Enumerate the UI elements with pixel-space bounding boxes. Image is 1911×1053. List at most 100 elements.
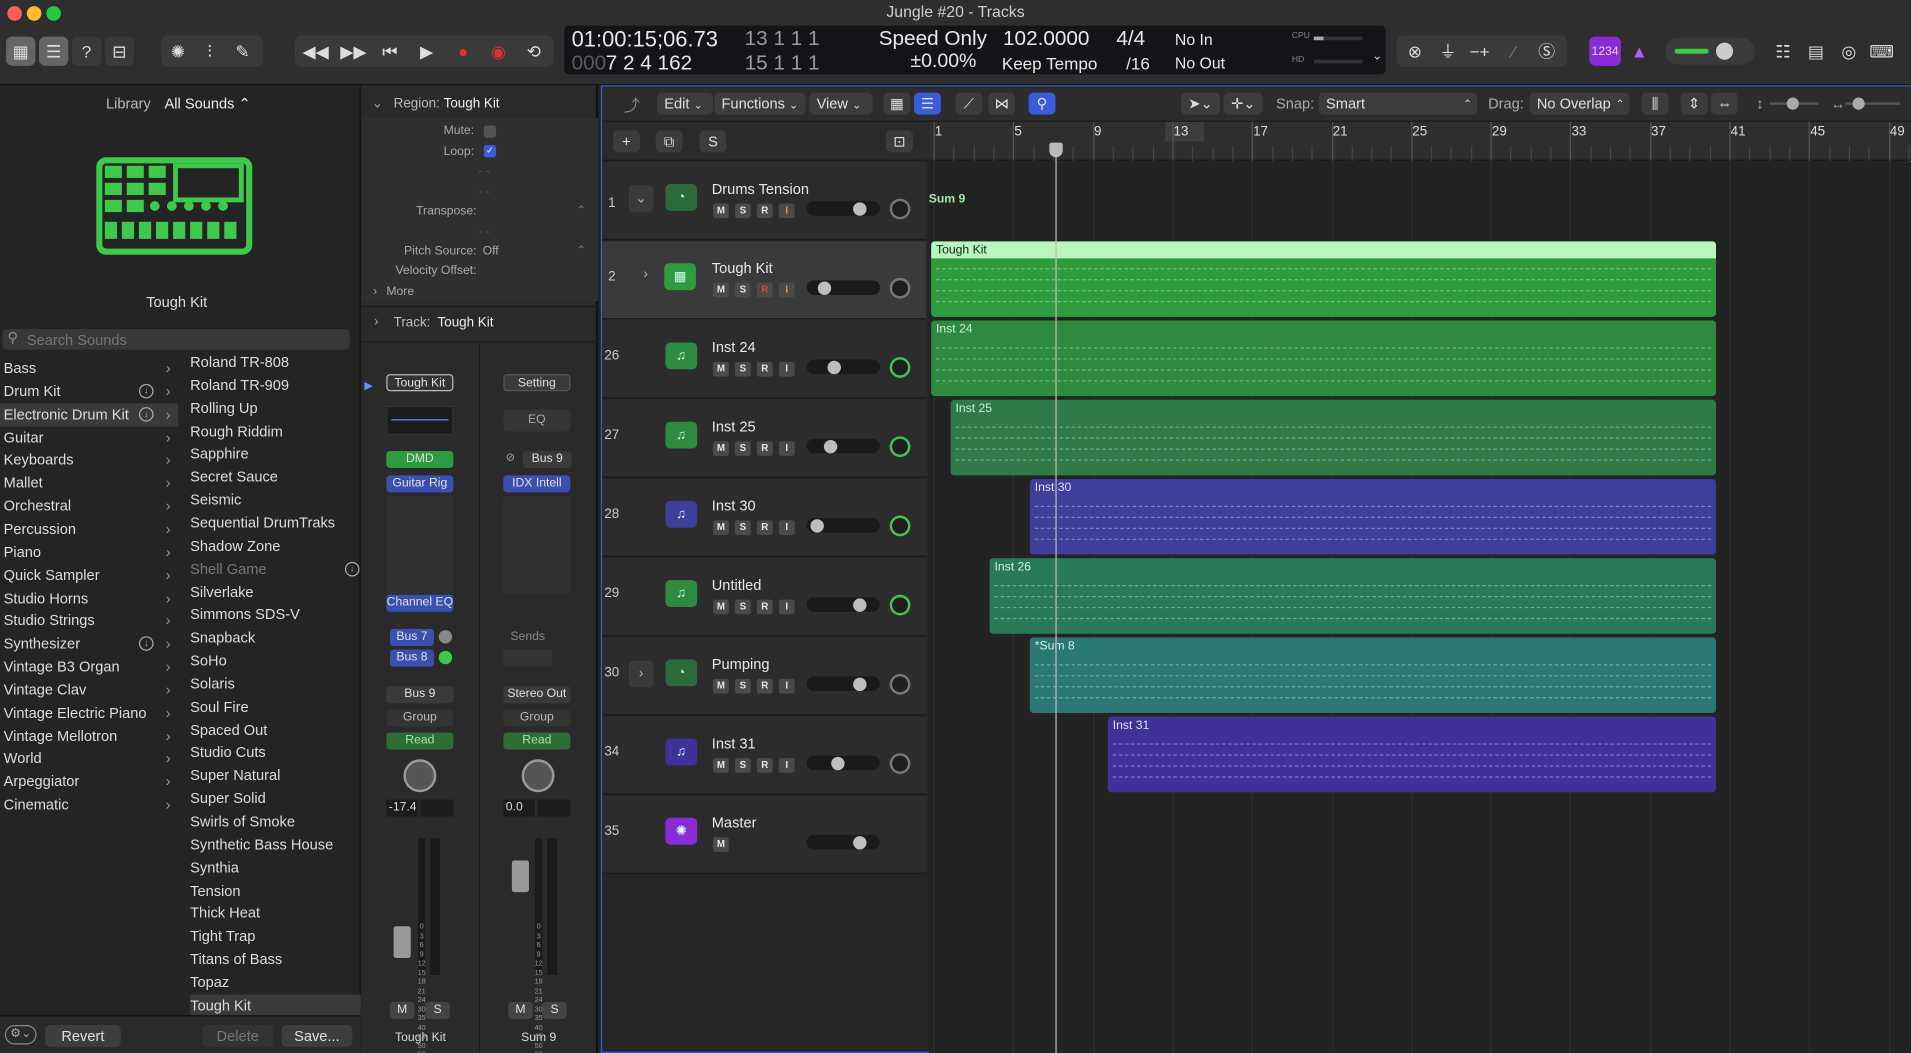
track-solo-button[interactable]: S	[734, 282, 751, 298]
track-header[interactable]: 27 ♫ Inst 25 M S R I	[602, 399, 927, 478]
track-input-button[interactable]: I	[778, 361, 795, 377]
track-input-button[interactable]: I	[778, 678, 795, 694]
quick-help-icon[interactable]: ?	[71, 36, 102, 66]
strip1-fader[interactable]	[393, 926, 411, 958]
region[interactable]: Inst 30	[1029, 478, 1716, 555]
track-mute-button[interactable]: M	[712, 678, 729, 694]
view-menu[interactable]: View ⌄	[809, 92, 873, 115]
drag-select[interactable]: No Overlap ⌃	[1529, 92, 1630, 115]
track-mute-button[interactable]: M	[712, 599, 729, 615]
automation-icon[interactable]: ⟋	[955, 92, 983, 115]
volume-knob[interactable]	[831, 756, 845, 770]
save-button[interactable]: Save...	[281, 1024, 353, 1047]
category-item[interactable]: Guitar ›	[0, 426, 178, 449]
track-name[interactable]: Inst 30	[712, 497, 756, 514]
record-icon[interactable]: ●	[450, 37, 477, 66]
track-input-button[interactable]: I	[778, 441, 795, 456]
track-chevron-icon[interactable]: ›	[374, 314, 378, 329]
replace-record-icon[interactable]: ◉	[485, 37, 512, 66]
track-solo-button[interactable]: S	[734, 599, 751, 615]
track-record-button[interactable]: R	[756, 758, 773, 773]
region[interactable]: Tough Kit	[931, 241, 1716, 317]
category-item[interactable]: Studio Horns ›	[0, 587, 178, 610]
send2-knob[interactable]	[438, 650, 453, 665]
download-icon[interactable]: ↓	[138, 406, 154, 422]
track-mute-button[interactable]: M	[712, 282, 729, 298]
playhead-handle[interactable]	[1049, 142, 1063, 158]
track-volume-slider[interactable]	[806, 280, 880, 295]
patch-item[interactable]: SoHo	[190, 650, 361, 673]
track-volume-slider[interactable]	[806, 517, 880, 533]
send1-knob[interactable]	[438, 630, 453, 644]
patch-item[interactable]: Tough Kit	[190, 994, 361, 1018]
mixer-icon[interactable]: ⫶	[197, 37, 221, 66]
category-item[interactable]: Vintage Mellotron ›	[0, 725, 178, 748]
search-input[interactable]	[26, 329, 344, 350]
search-input-wrap[interactable]: ⚲	[2, 329, 350, 350]
track-pan-knob[interactable]	[889, 436, 911, 458]
arrange-area[interactable]: Sum 9 Tough Kit Inst 24 Inst 25 Inst 30 Inst …	[928, 162, 1911, 1053]
track-input-button[interactable]: I	[778, 599, 795, 615]
patch-item[interactable]: Sequential DrumTraks	[190, 512, 361, 535]
play-icon[interactable]: ▶	[413, 37, 440, 66]
volume-knob[interactable]	[853, 677, 867, 691]
patch-item[interactable]: Tight Trap	[190, 925, 361, 948]
track-record-button[interactable]: R	[756, 203, 773, 219]
track-pan-knob[interactable]	[889, 277, 911, 299]
patch-item[interactable]: Titans of Bass	[190, 948, 361, 971]
track-header[interactable]: 34 ♫ Inst 31 M S R I	[602, 716, 927, 795]
track-pan-knob[interactable]	[889, 515, 911, 537]
track-volume-slider[interactable]	[806, 359, 880, 375]
track-name[interactable]: Pumping	[712, 656, 770, 673]
gear-icon[interactable]: ⚙⌄	[4, 1024, 37, 1045]
go-to-start-icon[interactable]: ⏮	[377, 37, 404, 66]
track-volume-slider[interactable]	[806, 438, 880, 454]
track-solo-button[interactable]: S	[734, 361, 751, 377]
lcd-tempo[interactable]: 102.0000	[1003, 27, 1089, 51]
track-record-button[interactable]: R	[756, 599, 773, 615]
category-item[interactable]: Arpeggiator ›	[0, 771, 178, 794]
region[interactable]: Inst 26	[989, 558, 1716, 634]
track-solo-button[interactable]: S	[734, 758, 751, 773]
delete-button[interactable]: Delete	[202, 1024, 273, 1047]
patch-item[interactable]: Synthetic Bass House	[190, 833, 361, 856]
volume-knob[interactable]	[827, 360, 841, 374]
category-item[interactable]: Orchestral ›	[0, 495, 178, 518]
track-volume-slider[interactable]	[806, 201, 880, 216]
toolbar-toggle-icon[interactable]: ⊟	[104, 36, 135, 66]
track-name[interactable]: Master	[712, 814, 757, 831]
strip2-group[interactable]: Group	[503, 709, 571, 727]
horizontal-fit-icon[interactable]: ⇔	[1711, 92, 1738, 115]
patch-item[interactable]: Seismic	[190, 489, 361, 512]
category-item[interactable]: World ›	[0, 748, 178, 771]
patch-item[interactable]: Secret Sauce	[190, 466, 361, 489]
strip1-output[interactable]: Bus 9	[386, 686, 454, 704]
revert-button[interactable]: Revert	[45, 1024, 121, 1047]
pitch-source-select[interactable]: Off	[483, 245, 499, 258]
track-volume-slider[interactable]	[806, 834, 880, 850]
low-latency-icon[interactable]: ⊗	[1402, 37, 1429, 66]
list-view-icon[interactable]: ☰	[914, 92, 941, 115]
track-mute-button[interactable]: M	[712, 441, 729, 456]
track-input-button[interactable]: I	[778, 520, 795, 536]
metronome-icon[interactable]: ▲	[1627, 37, 1651, 66]
category-item[interactable]: Piano ›	[0, 541, 178, 564]
timeline-ruler[interactable]: 1 5 9 13 17 21 25 29 33 37 41 45 49	[928, 121, 1911, 161]
master-volume-slider[interactable]	[1664, 37, 1755, 65]
category-item[interactable]: Keyboards ›	[0, 449, 178, 472]
count-in-button[interactable]: 1234	[1589, 36, 1621, 66]
strip1-plugin-slot-2[interactable]: Channel EQ	[386, 594, 454, 612]
loop-browser-icon[interactable]: ◎	[1835, 37, 1862, 66]
track-name[interactable]: Drums Tension	[712, 180, 809, 197]
track-solo-button[interactable]: S	[734, 520, 751, 536]
strip1-send-1[interactable]: Bus 7	[390, 628, 434, 646]
loop-checkbox[interactable]: ✓	[483, 145, 497, 158]
track-header[interactable]: 29 ♫ Untitled M S R I	[602, 558, 927, 637]
track-solo-button[interactable]: S	[734, 441, 751, 456]
edit-menu[interactable]: Edit ⌄	[656, 92, 713, 115]
strip2-pan-knob[interactable]	[521, 759, 555, 793]
category-item[interactable]: Vintage Electric Piano ›	[0, 702, 178, 725]
fast-forward-icon[interactable]: ▶▶	[340, 37, 367, 66]
strip1-instrument-slot[interactable]: DMD	[386, 450, 454, 468]
browser-icon[interactable]: ⌨	[1868, 37, 1895, 66]
